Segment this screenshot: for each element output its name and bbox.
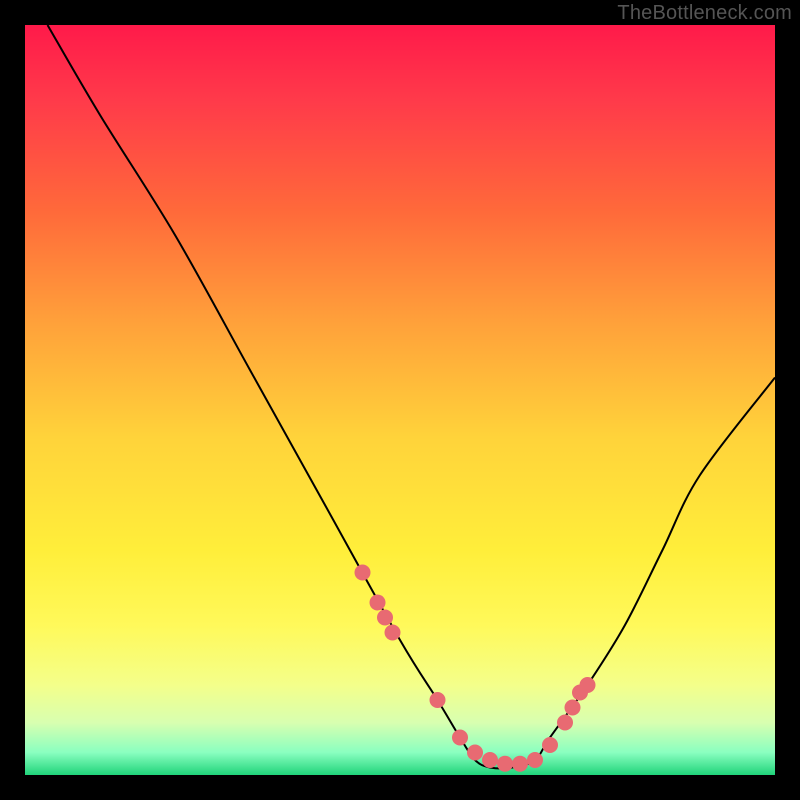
chart-frame: TheBottleneck.com: [0, 0, 800, 800]
highlight-dot: [527, 752, 543, 768]
plot-area: [25, 25, 775, 775]
highlight-dot: [542, 737, 558, 753]
highlight-dot: [512, 756, 528, 772]
highlight-dot: [467, 745, 483, 761]
highlight-dot: [385, 625, 401, 641]
highlight-dot: [482, 752, 498, 768]
highlight-dot: [565, 700, 581, 716]
highlight-dot: [580, 677, 596, 693]
highlight-dot: [355, 565, 371, 581]
bottleneck-curve: [48, 25, 776, 768]
chart-svg: [25, 25, 775, 775]
highlight-dot: [370, 595, 386, 611]
highlight-dots: [355, 565, 596, 772]
watermark-text: TheBottleneck.com: [617, 2, 792, 25]
highlight-dot: [430, 692, 446, 708]
highlight-dot: [377, 610, 393, 626]
highlight-dot: [497, 756, 513, 772]
highlight-dot: [452, 730, 468, 746]
highlight-dot: [557, 715, 573, 731]
